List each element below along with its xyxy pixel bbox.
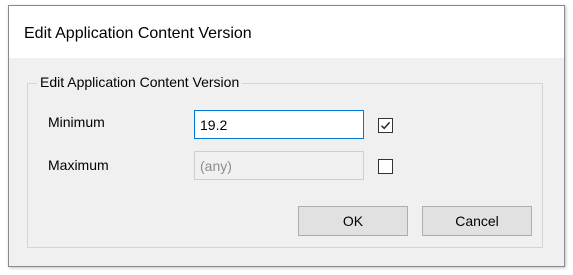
check-icon [381,121,391,130]
dialog-titlebar: Edit Application Content Version [9,6,564,58]
ok-button[interactable]: OK [298,206,408,236]
cancel-button[interactable]: Cancel [422,206,532,236]
dialog-title: Edit Application Content Version [24,25,252,42]
maximum-input[interactable] [194,151,364,180]
maximum-checkbox[interactable] [378,159,393,174]
group-box-legend: Edit Application Content Version [37,74,243,90]
maximum-label: Maximum [48,157,109,173]
minimum-label: Minimum [48,114,105,130]
minimum-input[interactable] [194,110,364,139]
minimum-checkbox[interactable] [378,118,393,133]
